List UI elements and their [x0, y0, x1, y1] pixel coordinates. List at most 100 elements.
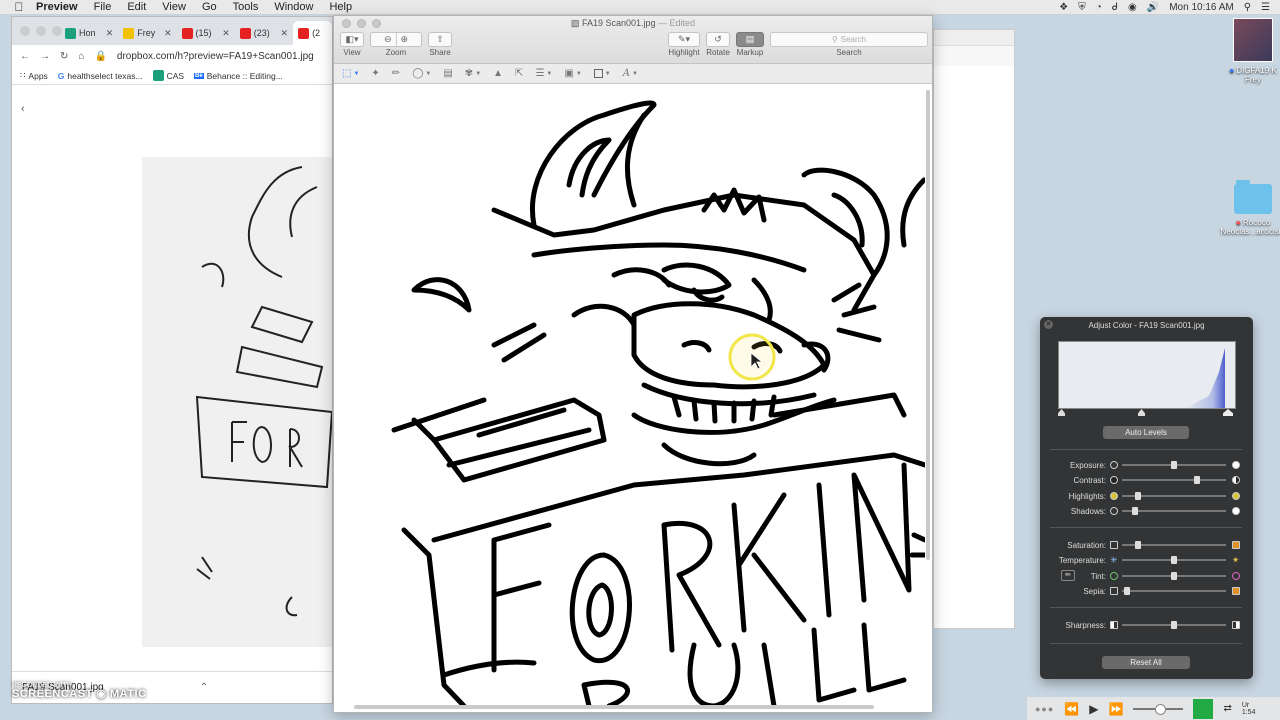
- shield-status-icon[interactable]: ⛨: [1078, 2, 1086, 13]
- preview-window[interactable]: ▧ FA19 Scan001.jpg — Edited ◧▾ View ⊖ ⊕ Z…: [333, 15, 933, 713]
- vertical-scrollbar[interactable]: [926, 90, 930, 560]
- slider-knob[interactable]: [1134, 492, 1141, 500]
- edited-status[interactable]: — Edited: [658, 18, 695, 28]
- image-canvas[interactable]: [334, 85, 925, 706]
- text-style-tool[interactable]: A ▼: [623, 68, 638, 79]
- border-color-tool[interactable]: ▣ ▼: [564, 68, 581, 79]
- volume-slider[interactable]: [1133, 703, 1184, 715]
- play-icon[interactable]: ▶: [1089, 702, 1098, 716]
- black-point-handle[interactable]: [1058, 409, 1065, 416]
- highlight-button[interactable]: ✎▾ Highlight: [668, 32, 700, 57]
- slider-knob[interactable]: [1193, 476, 1200, 484]
- sharpness-slider[interactable]: [1122, 621, 1226, 629]
- apple-menu-icon[interactable]: : [10, 0, 28, 14]
- highlights-slider[interactable]: [1122, 492, 1226, 500]
- exposure-slider[interactable]: [1122, 461, 1226, 469]
- markup-button[interactable]: ▤ Markup: [736, 32, 764, 57]
- chevron-left-icon[interactable]: ‹: [21, 103, 25, 115]
- bluetooth-status-icon[interactable]: ᑯ: [1112, 2, 1118, 13]
- slider-knob[interactable]: [1171, 461, 1177, 469]
- bookmark-healthselect[interactable]: Ghealthselect texas...: [58, 71, 143, 81]
- slider-knob[interactable]: [1134, 541, 1141, 549]
- close-tab-icon[interactable]: ✕: [164, 28, 172, 39]
- temperature-slider[interactable]: [1122, 556, 1226, 564]
- menu-view[interactable]: View: [154, 1, 194, 13]
- bookmark-behance[interactable]: Bē Behance :: Editing...: [194, 71, 283, 81]
- close-tab-icon[interactable]: ✕: [222, 28, 230, 39]
- shuffle-icon[interactable]: ⇄: [1223, 703, 1231, 714]
- reload-icon[interactable]: ↻: [60, 51, 68, 62]
- tab-youtube-15[interactable]: (15) ✕: [177, 21, 235, 45]
- close-tab-icon[interactable]: ✕: [106, 28, 114, 39]
- tab-youtube-23[interactable]: (23) ✕: [235, 21, 293, 45]
- zoom-in-icon[interactable]: ⊕: [401, 34, 409, 45]
- zoom-control[interactable]: ⊖ ⊕ Zoom: [370, 32, 422, 57]
- slider-knob[interactable]: [1171, 556, 1177, 564]
- share-button[interactable]: ⇧ Share: [428, 32, 452, 57]
- menu-clock[interactable]: Mon 10:16 AM: [1169, 2, 1233, 13]
- sepia-slider[interactable]: [1122, 587, 1226, 595]
- forward-arrow-icon[interactable]: →: [40, 51, 50, 62]
- slider-knob[interactable]: [1171, 621, 1177, 629]
- contrast-slider[interactable]: [1122, 476, 1226, 484]
- midpoint-handle[interactable]: [1138, 409, 1145, 416]
- slider-knob[interactable]: [1171, 572, 1177, 580]
- clock-status-icon[interactable]: ◔: [1096, 2, 1102, 13]
- menu-edit[interactable]: Edit: [119, 1, 154, 13]
- desktop-file-digfa19[interactable]: ● DIGFA19 K Frey: [1218, 18, 1280, 84]
- menu-window[interactable]: Window: [266, 1, 321, 13]
- tint-slider[interactable]: [1122, 572, 1226, 580]
- minimize-button[interactable]: [36, 26, 46, 36]
- bookmark-apps[interactable]: ∷ Apps: [20, 70, 48, 81]
- home-icon[interactable]: ⌂: [78, 51, 84, 62]
- search-input[interactable]: ⚲ Search: [770, 32, 928, 47]
- horizontal-scrollbar[interactable]: [354, 705, 874, 709]
- volume-status-icon[interactable]: 🔊: [1147, 2, 1159, 13]
- desktop-folder-rococo[interactable]: ● Rococo Neoclas...anticism: [1218, 180, 1280, 236]
- rectangular-selection-tool[interactable]: ⬚ ▼: [342, 68, 359, 79]
- chrome-window[interactable]: Hon ✕ Frey ✕ (15) ✕ (23) ✕ (2 ← → ↻ ⌂ 🔒 …: [11, 16, 333, 704]
- sketch-tool[interactable]: ✏: [392, 68, 400, 79]
- zoom-out-icon[interactable]: ⊖: [384, 34, 392, 45]
- url-input[interactable]: dropbox.com/h?preview=FA19+Scan001.jpg: [117, 51, 314, 62]
- slider-knob[interactable]: [1123, 587, 1130, 595]
- background-window[interactable]: [933, 29, 1015, 629]
- saturation-slider[interactable]: [1122, 541, 1226, 549]
- menu-help[interactable]: Help: [321, 1, 360, 13]
- close-button[interactable]: [20, 26, 30, 36]
- sign-tool[interactable]: ✾ ▼: [465, 68, 481, 79]
- menu-app-name[interactable]: Preview: [28, 1, 86, 13]
- menu-tools[interactable]: Tools: [225, 1, 267, 13]
- chevron-up-icon[interactable]: ⌃: [200, 682, 208, 693]
- close-icon[interactable]: ✕: [1044, 320, 1053, 329]
- menu-file[interactable]: File: [86, 1, 120, 13]
- spotlight-icon[interactable]: ⚲: [1244, 2, 1251, 13]
- tab-home[interactable]: Hon ✕: [60, 21, 118, 45]
- fast-forward-icon[interactable]: ⏩: [1109, 702, 1124, 716]
- notification-center-icon[interactable]: ☰: [1261, 2, 1270, 13]
- zoom-button[interactable]: [52, 26, 62, 36]
- eyedropper-icon[interactable]: ✏: [1061, 570, 1075, 581]
- rotate-button[interactable]: ↺ Rotate: [706, 32, 730, 57]
- shapes-tool[interactable]: ◯ ▼: [412, 68, 431, 79]
- text-tool[interactable]: ▤: [443, 68, 452, 79]
- auto-levels-button[interactable]: Auto Levels: [1103, 426, 1189, 439]
- wifi-status-icon[interactable]: ◉: [1128, 2, 1137, 13]
- view-button[interactable]: ◧▾ View: [340, 32, 364, 57]
- slider-knob[interactable]: [1131, 507, 1138, 515]
- close-tab-icon[interactable]: ✕: [281, 28, 289, 39]
- white-point-handle[interactable]: [1223, 409, 1233, 416]
- tab-youtube-active[interactable]: (2: [293, 21, 332, 45]
- fill-color-tool[interactable]: ▼: [593, 69, 611, 78]
- bookmark-cas[interactable]: CAS: [152, 70, 184, 81]
- dropbox-status-icon[interactable]: ❖: [1059, 2, 1068, 13]
- reset-all-button[interactable]: Reset All: [1102, 656, 1190, 669]
- adjust-color-tool[interactable]: ▲: [493, 68, 503, 79]
- adjust-size-tool[interactable]: ⇱: [515, 68, 523, 79]
- shape-style-tool[interactable]: ☰ ▼: [535, 68, 552, 79]
- shadows-slider[interactable]: [1122, 507, 1226, 515]
- back-arrow-icon[interactable]: ←: [20, 51, 30, 62]
- instant-alpha-tool[interactable]: ✦: [371, 68, 379, 79]
- tab-frey[interactable]: Frey ✕: [118, 21, 176, 45]
- rewind-icon[interactable]: ⏪: [1064, 702, 1079, 716]
